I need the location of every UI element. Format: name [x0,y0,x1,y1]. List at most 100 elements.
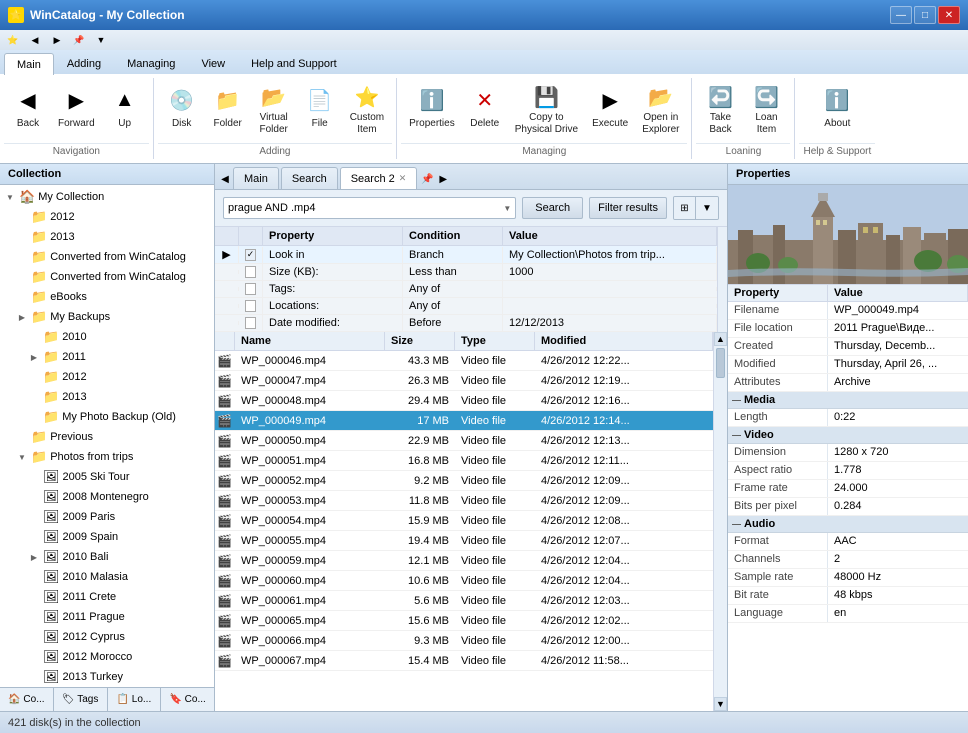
sidebar-tree-item-3[interactable]: 📁Converted from WinCatalog [0,247,214,267]
sidebar-tree[interactable]: ▼🏠My Collection📁2012📁2013📁Converted from… [0,185,214,687]
checkbox-3[interactable] [245,300,256,312]
copy-to-physical-drive-button[interactable]: 💾 Copy toPhysical Drive [509,80,584,140]
sidebar-tree-item-12[interactable]: 📁Previous [0,427,214,447]
file-row-1[interactable]: 🎬WP_000047.mp426.3 MBVideo file4/26/2012… [215,371,713,391]
sidebar-tree-item-14[interactable]: 🖼2005 Ski Tour [0,467,214,487]
sidebar-tree-item-1[interactable]: 📁2012 [0,207,214,227]
sidebar-tab-loaning[interactable]: 📋 Lo... [108,688,162,711]
tab-main[interactable]: Main [233,167,279,189]
file-row-2[interactable]: 🎬WP_000048.mp429.4 MBVideo file4/26/2012… [215,391,713,411]
tree-expander-24[interactable] [28,671,40,683]
checkbox-1[interactable] [245,266,256,278]
tree-expander-7[interactable] [28,331,40,343]
tree-expander-12[interactable] [16,431,28,443]
tree-expander-5[interactable] [16,291,28,303]
minimize-button[interactable]: — [890,6,912,24]
sidebar-tree-item-8[interactable]: ▶📁2011 [0,347,214,367]
scroll-up-arrow[interactable]: ▲ [714,332,727,346]
sidebar-tree-item-23[interactable]: 🖼2012 Morocco [0,647,214,667]
tree-expander-18[interactable]: ▶ [28,551,40,563]
file-row-8[interactable]: 🎬WP_000054.mp415.9 MBVideo file4/26/2012… [215,511,713,531]
prop-section-audio[interactable]: —Audio [728,516,968,533]
search-button[interactable]: Search [522,197,583,219]
sidebar-tree-item-10[interactable]: 📁2013 [0,387,214,407]
forward-button[interactable]: ▶ Forward [52,80,101,140]
file-row-14[interactable]: 🎬WP_000066.mp49.3 MBVideo file4/26/2012 … [215,631,713,651]
tree-expander-0[interactable]: ▼ [4,191,16,203]
file-row-6[interactable]: 🎬WP_000052.mp49.2 MBVideo file4/26/2012 … [215,471,713,491]
tree-expander-19[interactable] [28,571,40,583]
sidebar-tab-collection[interactable]: 🏠 Co... [0,688,54,711]
sidebar-tab-tags[interactable]: 🏷 Tags [54,688,108,711]
sidebar-tree-item-21[interactable]: 🖼2011 Prague [0,607,214,627]
maximize-button[interactable]: □ [914,6,936,24]
delete-button[interactable]: ✕ Delete [463,80,507,140]
qa-star-icon[interactable]: ⭐ [4,32,22,48]
file-list[interactable]: Name Size Type Modified 🎬WP_000046.mp443… [215,332,713,711]
tree-expander-1[interactable] [16,211,28,223]
sidebar-tree-item-18[interactable]: ▶🖼2010 Bali [0,547,214,567]
tab-search[interactable]: Search [281,167,338,189]
tab-managing[interactable]: Managing [114,52,188,74]
tab-view[interactable]: View [188,52,238,74]
tree-expander-11[interactable] [28,411,40,423]
checkbox-4[interactable] [245,317,256,329]
file-row-7[interactable]: 🎬WP_000053.mp411.8 MBVideo file4/26/2012… [215,491,713,511]
file-row-0[interactable]: 🎬WP_000046.mp443.3 MBVideo file4/26/2012… [215,351,713,371]
file-row-12[interactable]: 🎬WP_000061.mp45.6 MBVideo file4/26/2012 … [215,591,713,611]
file-row-15[interactable]: 🎬WP_000067.mp415.4 MBVideo file4/26/2012… [215,651,713,671]
disk-button[interactable]: 💿 Disk [160,80,204,140]
prop-section-media[interactable]: —Media [728,392,968,409]
tree-expander-23[interactable] [28,651,40,663]
virtual-folder-button[interactable]: 📂 VirtualFolder [252,80,296,140]
sidebar-tree-item-7[interactable]: 📁2010 [0,327,214,347]
tab-help[interactable]: Help and Support [238,52,350,74]
file-row-4[interactable]: 🎬WP_000050.mp422.9 MBVideo file4/26/2012… [215,431,713,451]
tree-expander-3[interactable] [16,251,28,263]
file-row-10[interactable]: 🎬WP_000059.mp412.1 MBVideo file4/26/2012… [215,551,713,571]
sidebar-tree-item-2[interactable]: 📁2013 [0,227,214,247]
back-button[interactable]: ◀ Back [6,80,50,140]
tree-expander-6[interactable]: ▶ [16,311,28,323]
sidebar-tab-collection2[interactable]: 🔖 Co... [161,688,214,711]
sidebar-tree-item-4[interactable]: 📁Converted from WinCatalog [0,267,214,287]
filter-row-3[interactable]: Locations:Any of [215,298,717,315]
about-button[interactable]: ℹ️ About [815,80,859,140]
tree-expander-9[interactable] [28,371,40,383]
search-input[interactable]: prague AND .mp4 ▼ [223,197,516,219]
tree-expander-17[interactable] [28,531,40,543]
file-button[interactable]: 📄 File [298,80,342,140]
close-button[interactable]: ✕ [938,6,960,24]
col-header-modified[interactable]: Modified [535,332,713,350]
filter-check-4[interactable] [239,315,263,331]
tree-expander-22[interactable] [28,631,40,643]
view-list-btn[interactable]: ▼ [696,197,718,219]
col-header-icon[interactable] [215,332,235,350]
folder-button[interactable]: 📁 Folder [206,80,250,140]
sidebar-tree-item-16[interactable]: 🖼2009 Paris [0,507,214,527]
file-row-3[interactable]: 🎬WP_000049.mp417 MBVideo file4/26/2012 1… [215,411,713,431]
file-row-5[interactable]: 🎬WP_000051.mp416.8 MBVideo file4/26/2012… [215,451,713,471]
tab-nav-left[interactable]: ◀ [217,171,233,187]
file-row-9[interactable]: 🎬WP_000055.mp419.4 MBVideo file4/26/2012… [215,531,713,551]
sidebar-tree-item-20[interactable]: 🖼2011 Crete [0,587,214,607]
file-row-11[interactable]: 🎬WP_000060.mp410.6 MBVideo file4/26/2012… [215,571,713,591]
scroll-down-arrow[interactable]: ▼ [714,697,727,711]
tab-search2[interactable]: Search 2 ✕ [340,167,418,189]
sidebar-tree-item-9[interactable]: 📁2012 [0,367,214,387]
tree-expander-20[interactable] [28,591,40,603]
sidebar-tree-item-0[interactable]: ▼🏠My Collection [0,187,214,207]
filter-scroll[interactable] [717,227,727,332]
take-back-button[interactable]: ↩️ TakeBack [698,80,742,140]
filter-results-button[interactable]: Filter results [589,197,667,219]
file-row-13[interactable]: 🎬WP_000065.mp415.6 MBVideo file4/26/2012… [215,611,713,631]
loan-item-button[interactable]: ↪️ LoanItem [744,80,788,140]
tab-main[interactable]: Main [4,53,54,75]
col-header-name[interactable]: Name [235,332,385,350]
tab-adding[interactable]: Adding [54,52,114,74]
sidebar-tree-item-24[interactable]: 🖼2013 Turkey [0,667,214,687]
sidebar-tree-item-19[interactable]: 🖼2010 Malasia [0,567,214,587]
properties-button[interactable]: ℹ️ Properties [403,80,461,140]
col-header-size[interactable]: Size [385,332,455,350]
sidebar-tree-item-22[interactable]: 🖼2012 Cyprus [0,627,214,647]
